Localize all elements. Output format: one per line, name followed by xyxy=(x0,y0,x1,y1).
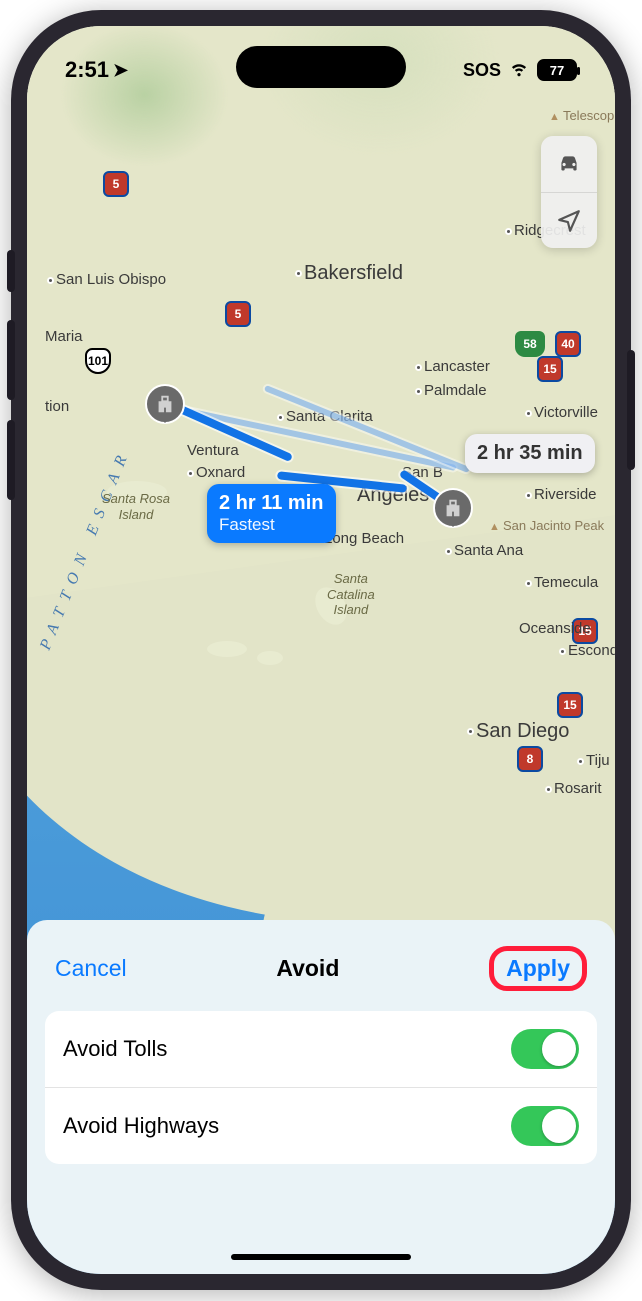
highway-shield-i15: 15 xyxy=(537,356,563,382)
dynamic-island xyxy=(236,46,406,88)
city-label: tion xyxy=(45,398,69,415)
side-button-mute xyxy=(7,250,15,292)
side-button-vol-up xyxy=(7,320,15,400)
home-indicator[interactable] xyxy=(231,1254,411,1260)
apply-button[interactable]: Apply xyxy=(489,946,587,991)
battery-percent: 77 xyxy=(539,63,575,78)
side-button-vol-down xyxy=(7,420,15,500)
highway-shield-i40: 40 xyxy=(555,331,581,357)
peak-label: San Jacinto Peak xyxy=(489,518,604,533)
screen: 2:51 ➤ SOS 77 PATTON ESCAR xyxy=(27,26,615,1274)
city-label: Bakersfield xyxy=(295,262,403,285)
city-label: San Diego xyxy=(467,720,569,743)
city-label: Lancaster xyxy=(415,358,490,375)
avoid-sheet: Cancel Avoid Apply Avoid Tolls Avoid Hig… xyxy=(27,920,615,1274)
route-sub: Fastest xyxy=(219,515,324,535)
route-time: 2 hr 35 min xyxy=(477,442,583,464)
sheet-header: Cancel Avoid Apply xyxy=(45,942,597,1011)
option-label: Avoid Tolls xyxy=(63,1036,167,1062)
primary-route-badge[interactable]: 2 hr 11 min Fastest xyxy=(207,484,336,543)
city-label: Escondi xyxy=(559,642,615,659)
route-time: 2 hr 11 min xyxy=(219,492,324,514)
city-label: Ventura xyxy=(187,442,239,459)
highway-shield-i5: 5 xyxy=(103,171,129,197)
highway-shield-101: 101 xyxy=(85,348,111,374)
island-shape xyxy=(207,641,247,657)
city-label: Tiju xyxy=(577,752,610,769)
destination-pin[interactable] xyxy=(433,488,473,528)
alt-route-badge[interactable]: 2 hr 35 min xyxy=(465,434,595,473)
cancel-button[interactable]: Cancel xyxy=(55,955,127,982)
city-label: Santa Ana xyxy=(445,542,523,559)
peak-label: Telescop xyxy=(549,108,614,123)
island-shape xyxy=(257,651,283,665)
status-sos: SOS xyxy=(463,60,501,81)
car-icon xyxy=(556,151,582,177)
island-label: Santa Rosa Island xyxy=(102,491,170,522)
city-label: Victorville xyxy=(525,404,598,421)
map-controls xyxy=(541,136,597,248)
avoid-option-list: Avoid Tolls Avoid Highways xyxy=(45,1011,597,1164)
avoid-highways-row: Avoid Highways xyxy=(45,1087,597,1164)
highway-shield-i5: 5 xyxy=(225,301,251,327)
origin-pin[interactable] xyxy=(145,384,185,424)
phone-frame: 2:51 ➤ SOS 77 PATTON ESCAR xyxy=(11,10,631,1290)
side-button-power xyxy=(627,350,635,470)
city-label: San Luis Obispo xyxy=(47,271,166,288)
battery-icon: 77 xyxy=(537,59,577,81)
avoid-tolls-row: Avoid Tolls xyxy=(45,1011,597,1087)
avoid-tolls-toggle[interactable] xyxy=(511,1029,579,1069)
status-time: 2:51 xyxy=(65,57,109,83)
city-label: Temecula xyxy=(525,574,598,591)
city-label: Oceanside xyxy=(519,620,591,637)
city-label: Oxnard xyxy=(187,464,245,481)
city-label: Palmdale xyxy=(415,382,487,399)
highway-shield-i8: 8 xyxy=(517,746,543,772)
location-services-icon: ➤ xyxy=(113,60,128,81)
option-label: Avoid Highways xyxy=(63,1113,219,1139)
avoid-highways-toggle[interactable] xyxy=(511,1106,579,1146)
city-label: Riverside xyxy=(525,486,597,503)
wifi-icon xyxy=(509,58,529,83)
sheet-title: Avoid xyxy=(276,955,339,982)
locate-me-button[interactable] xyxy=(541,192,597,248)
city-label: Maria xyxy=(45,328,83,345)
transport-mode-button[interactable] xyxy=(541,136,597,192)
island-label: Santa Catalina Island xyxy=(327,571,375,618)
highway-shield-i15: 15 xyxy=(557,692,583,718)
highway-shield-58: 58 xyxy=(515,331,545,357)
city-label: Rosarit xyxy=(545,780,602,797)
location-arrow-icon xyxy=(556,208,582,234)
